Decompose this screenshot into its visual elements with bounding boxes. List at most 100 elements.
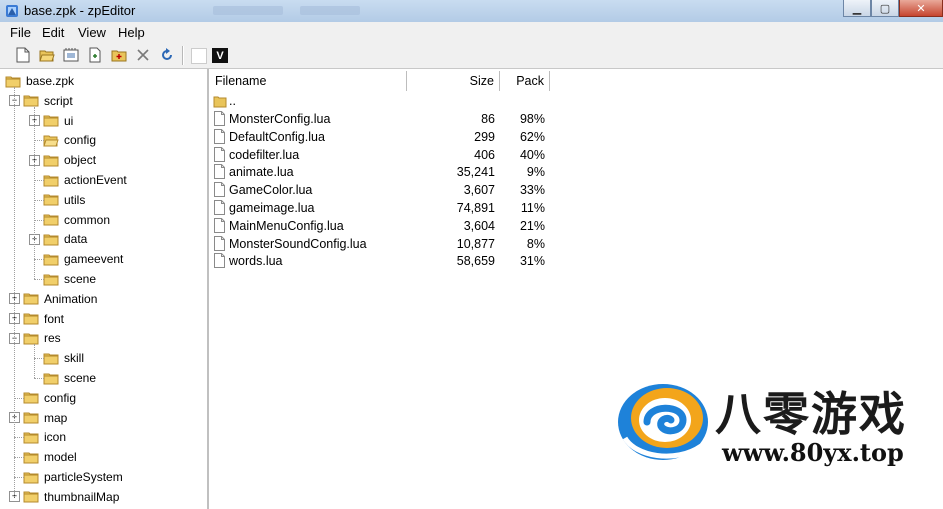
file-name: codefilter.lua [229, 147, 300, 162]
file-row[interactable]: MainMenuConfig.lua 3,604 21% [210, 217, 570, 235]
parent-directory-label: .. [229, 94, 236, 108]
file-icon [214, 111, 225, 126]
tree-node-label: icon [44, 430, 67, 445]
window-controls: ▁ ▢ ✕ [843, 0, 943, 18]
tree-node[interactable]: + data [29, 229, 87, 249]
file-name: DefaultConfig.lua [229, 129, 325, 144]
tree-guide-line [34, 344, 35, 378]
file-name: MonsterConfig.lua [229, 112, 331, 126]
watermark-logo: 八零游戏 www.80yx.top [615, 362, 943, 472]
archive-icon[interactable] [63, 47, 79, 63]
file-icon [214, 200, 225, 215]
folder-icon [43, 214, 59, 226]
menu-edit[interactable]: Edit [42, 25, 64, 40]
app-icon [6, 5, 18, 17]
tree-node[interactable]: particleSystem [9, 467, 123, 487]
folder-icon [23, 472, 39, 483]
file-size: 86 [481, 112, 495, 126]
tree-node-label: font [44, 311, 65, 326]
column-size[interactable]: Size [407, 71, 500, 91]
file-name: animate.lua [229, 165, 294, 180]
folder-icon [23, 491, 39, 503]
folder-icon [43, 274, 59, 285]
tree-guide-line [34, 219, 44, 221]
folder-icon [43, 175, 59, 186]
folder-icon [23, 313, 39, 325]
file-pack-ratio: 8% [526, 236, 545, 251]
folder-icon [23, 333, 39, 345]
file-row[interactable]: codefilter.lua 406 40% [210, 146, 570, 164]
file-name: words.lua [229, 254, 283, 269]
color-swatch[interactable] [191, 48, 207, 64]
delete-icon[interactable] [135, 47, 151, 63]
file-row[interactable]: MonsterSoundConfig.lua 10,877 8% [210, 235, 570, 253]
background-blur [213, 6, 283, 15]
tree-node-label: model [44, 450, 77, 465]
tree-node[interactable]: base.zpk [5, 71, 74, 91]
close-button[interactable]: ✕ [899, 0, 943, 17]
file-pack-ratio: 11% [520, 201, 545, 215]
tree-node[interactable]: + Animation [9, 289, 97, 309]
add-folder-icon[interactable] [111, 47, 127, 63]
menu-file[interactable]: File [10, 25, 31, 40]
file-row[interactable]: words.lua 58,659 31% [210, 252, 570, 270]
tree-node-label: config [64, 133, 97, 148]
file-icon [214, 164, 225, 180]
file-icon [214, 253, 225, 269]
file-size: 35,241 [456, 165, 495, 180]
refresh-icon[interactable] [159, 47, 175, 63]
folder-tree: base.zpk − script + ui config + object actionEve… [0, 69, 209, 509]
file-row[interactable]: GameColor.lua 3,607 33% [210, 181, 570, 199]
folder-icon [43, 254, 59, 266]
parent-directory-row[interactable]: .. [210, 92, 570, 110]
folder-icon [23, 412, 39, 424]
minimize-button[interactable]: ▁ [843, 0, 871, 17]
window-title: base.zpk - zpEditor [24, 3, 136, 18]
file-icon [214, 217, 225, 233]
toolbar-separator [182, 46, 184, 65]
tree-node[interactable]: + font [9, 309, 64, 329]
tree-guide-line [34, 259, 44, 261]
folder-icon [23, 95, 39, 107]
tree-guide-line [34, 358, 44, 360]
tree-guide-line [34, 199, 44, 201]
tree-guide-line [14, 477, 24, 478]
file-icon [214, 146, 225, 162]
open-folder-icon[interactable] [39, 47, 55, 63]
tree-node-label: utils [64, 192, 86, 207]
tree-node[interactable]: + object [29, 150, 96, 170]
file-row[interactable]: animate.lua 35,241 9% [210, 163, 570, 181]
tree-guide-line [14, 457, 24, 459]
tree-node[interactable]: + thumbnailMap [9, 487, 119, 507]
file-size: 58,659 [456, 254, 495, 269]
folder-icon [23, 452, 39, 464]
v-button[interactable]: V [212, 48, 228, 63]
file-row[interactable]: gameimage.lua 74,891 11% [210, 199, 570, 217]
tree-guide-line [34, 180, 44, 181]
file-row[interactable]: MonsterConfig.lua 86 98% [210, 110, 570, 128]
tree-node-label: ui [64, 113, 74, 128]
file-pack-ratio: 62% [519, 129, 545, 144]
tree-guide-line [34, 106, 35, 279]
column-pack[interactable]: Pack [500, 71, 550, 91]
watermark-url: www.80yx.top [722, 438, 904, 467]
add-file-icon[interactable] [87, 47, 103, 63]
tree-node-label: skill [64, 351, 84, 366]
tree-node-label: data [64, 232, 88, 247]
folder-icon [23, 293, 39, 305]
file-pack-ratio: 40% [519, 147, 545, 162]
tree-node[interactable]: + map [9, 408, 67, 428]
title-bar: base.zpk - zpEditor ▁ ▢ ✕ [0, 0, 943, 23]
menu-help[interactable]: Help [118, 25, 145, 40]
folder-icon [43, 373, 59, 384]
file-row[interactable]: DefaultConfig.lua 299 62% [210, 128, 570, 146]
tree-node[interactable]: − script [9, 91, 73, 111]
column-filename[interactable]: Filename [210, 71, 407, 91]
tree-node-label: actionEvent [64, 173, 127, 187]
menu-view[interactable]: View [78, 25, 106, 40]
tree-node[interactable]: + ui [29, 111, 73, 131]
tree-node-label: gameevent [64, 252, 124, 267]
maximize-button[interactable]: ▢ [871, 0, 899, 17]
file-name: MainMenuConfig.lua [229, 218, 344, 233]
new-file-icon[interactable] [15, 47, 31, 63]
